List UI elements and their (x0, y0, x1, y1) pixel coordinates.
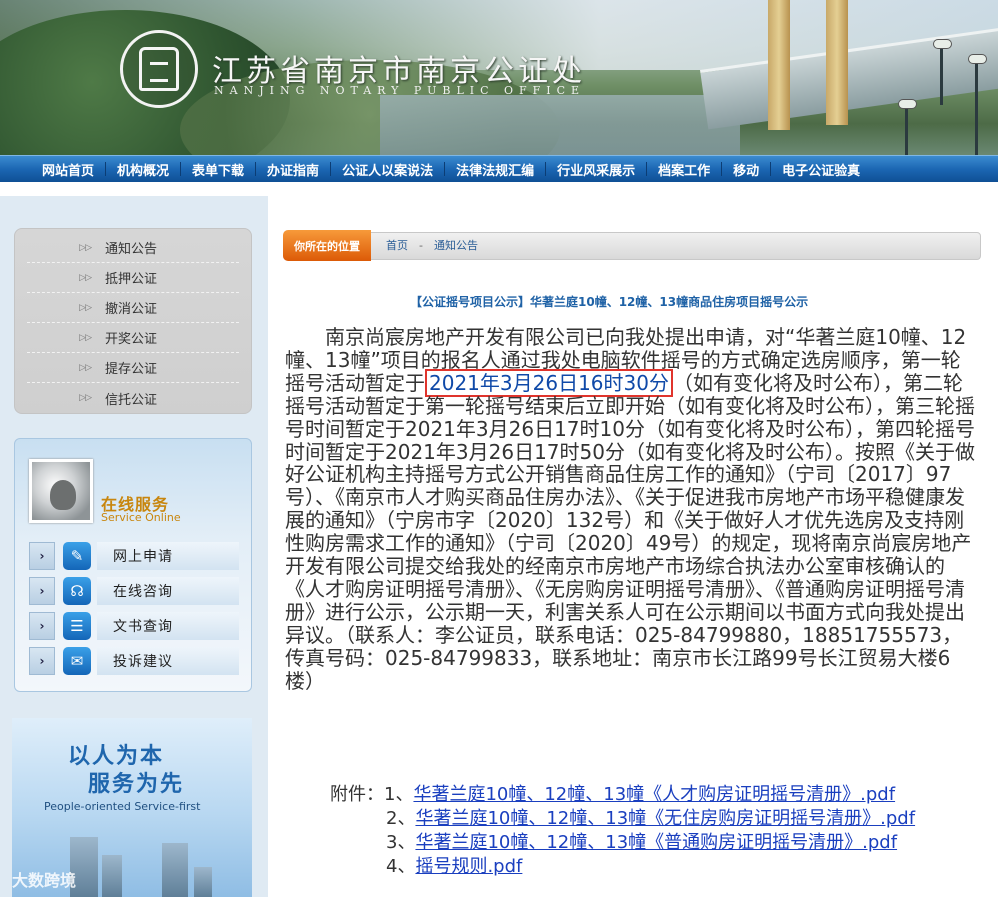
service-subtitle: Service Online (101, 511, 181, 524)
nav-item-archives[interactable]: 档案工作 (647, 160, 721, 179)
banner-street-lamp (898, 99, 917, 155)
chat-icon: ✉ (63, 647, 91, 675)
service-photo (29, 459, 93, 523)
banner-bridge-tower (826, 0, 848, 125)
notary-seal-logo (120, 30, 198, 108)
chevron-right-icon: › (29, 647, 55, 675)
double-arrow-icon: ▷▷ (79, 272, 92, 283)
nav-item-forms[interactable]: 表单下载 (181, 160, 255, 179)
menu-item-label: 抵押公证 (105, 272, 158, 287)
nav-item-mobile[interactable]: 移动 (722, 160, 770, 179)
double-arrow-icon: ▷▷ (79, 332, 92, 343)
highlighted-date: 2021年3月26日16时30分 (425, 368, 673, 397)
header-banner: 江苏省南京市南京公证处 NANJING NOTARY PUBLIC OFFICE (0, 0, 998, 155)
list-icon: ☰ (63, 612, 91, 640)
service-label: 在线咨询 (97, 577, 239, 605)
menu-item-lottery[interactable]: ▷▷ 开奖公证 (27, 323, 239, 353)
article-body: 南京尚宸房地产开发有限公司已向我处提出申请，对“华著兰庭10幢、12幢、13幢”… (285, 326, 975, 693)
nav-item-showcase[interactable]: 行业风采展示 (546, 160, 646, 179)
service-complaint[interactable]: › ✉ 投诉建议 (29, 646, 239, 676)
attachment-number: 2、 (386, 808, 416, 829)
breadcrumb-separator: - (419, 239, 423, 252)
attachment-link[interactable]: 华著兰庭10幢、12幢、13幢《普通购房证明摇号清册》.pdf (415, 831, 897, 855)
watermark-logo: 大数跨境 (12, 871, 77, 890)
promo-building (162, 843, 188, 897)
menu-item-escrow[interactable]: ▷▷ 提存公证 (27, 353, 239, 383)
online-service-panel: 在线服务 Service Online › ✎ 网上申请 › ☊ 在线咨询 › … (14, 438, 252, 692)
breadcrumb-trail: 首页 - 通知公告 (386, 237, 478, 253)
menu-item-label: 撤消公证 (105, 302, 158, 317)
menu-item-label: 信托公证 (105, 392, 158, 408)
attachment-link[interactable]: 华著兰庭10幢、12幢、13幢《人才购房证明摇号清册》.pdf (413, 783, 895, 807)
menu-item-mortgage[interactable]: ▷▷ 抵押公证 (27, 263, 239, 293)
nav-item-home[interactable]: 网站首页 (0, 160, 105, 179)
nav-item-about[interactable]: 机构概况 (106, 160, 180, 179)
attachment-row: 3、 华著兰庭10幢、12幢、13幢《普通购房证明摇号清册》.pdf (330, 831, 915, 855)
seal-emblem-icon (139, 47, 179, 91)
location-label: 你所在的位置 (283, 230, 371, 261)
service-label: 文书查询 (97, 612, 239, 640)
banner-river (380, 95, 740, 155)
nav-item-laws[interactable]: 法律法规汇编 (445, 160, 545, 179)
banner-street-lamp (933, 39, 952, 105)
nav-item-cases[interactable]: 公证人以案说法 (331, 160, 444, 179)
banner-bridge-tower (768, 0, 790, 130)
double-arrow-icon: ▷▷ (79, 302, 92, 313)
promo-slogan-english: People-oriented Service-first (44, 800, 201, 813)
article-title: 【公证摇号项目公示】华著兰庭10幢、12幢、13幢商品住房项目摇号公示 (410, 295, 809, 309)
banner-street-lamp (968, 54, 987, 155)
promo-building (102, 855, 122, 897)
chevron-right-icon: › (29, 542, 55, 570)
nav-item-verify[interactable]: 电子公证验真 (771, 160, 871, 179)
edit-icon: ✎ (63, 542, 91, 570)
menu-item-notices[interactable]: ▷▷ 通知公告 (27, 233, 239, 263)
promo-slogan-line2: 服务为先 (88, 772, 185, 797)
menu-item-trust[interactable]: ▷▷ 信托公证 (27, 383, 239, 413)
article-text: （如有变化将及时公布），第二轮摇号活动暂定于第一轮摇号结束后立即开始（如有变化将… (285, 370, 975, 693)
attachments-list: 附件： 1、 华著兰庭10幢、12幢、13幢《人才购房证明摇号清册》.pdf 2、华… (330, 783, 915, 879)
menu-item-label: 提存公证 (105, 362, 158, 377)
menu-item-label: 通知公告 (105, 242, 158, 257)
attachment-row: 2、 华著兰庭10幢、12幢、13幢《无住房购房证明摇号清册》.pdf (330, 807, 915, 831)
double-arrow-icon: ▷▷ (79, 362, 92, 373)
nav-item-guide[interactable]: 办证指南 (256, 160, 330, 179)
main-nav: 网站首页 机构概况 表单下载 办证指南 公证人以案说法 法律法规汇编 行业风采展… (0, 155, 998, 182)
attachment-number: 1、 (384, 784, 414, 805)
chevron-right-icon: › (29, 577, 55, 605)
double-arrow-icon: ▷▷ (79, 242, 92, 253)
chevron-right-icon: › (29, 612, 55, 640)
attachment-row: 附件： 1、 华著兰庭10幢、12幢、13幢《人才购房证明摇号清册》.pdf (330, 783, 915, 807)
promo-banner: 以人为本 服务为先 People-oriented Service-first … (12, 718, 252, 897)
attachment-number: 3、 (386, 832, 416, 853)
attachments-label: 附件： (330, 784, 384, 805)
promo-building (194, 867, 212, 897)
menu-item-label: 开奖公证 (105, 332, 158, 347)
breadcrumb-home-link[interactable]: 首页 (386, 239, 408, 252)
attachment-row: 4、 摇号规则.pdf (330, 855, 915, 879)
category-menu: ▷▷ 通知公告 ▷▷ 抵押公证 ▷▷ 撤消公证 ▷▷ 开奖公证 ▷▷ 提存公证 … (14, 228, 252, 414)
service-online-consult[interactable]: › ☊ 在线咨询 (29, 576, 239, 606)
double-arrow-icon: ▷▷ (79, 393, 92, 403)
service-label: 投诉建议 (97, 647, 239, 675)
headset-icon: ☊ (63, 577, 91, 605)
service-label: 网上申请 (97, 542, 239, 570)
attachment-link[interactable]: 华著兰庭10幢、12幢、13幢《无住房购房证明摇号清册》.pdf (415, 807, 915, 831)
attachment-number: 4、 (386, 856, 416, 877)
site-subtitle: NANJING NOTARY PUBLIC OFFICE (214, 84, 586, 97)
breadcrumb-current-link[interactable]: 通知公告 (434, 239, 478, 252)
menu-item-revocation[interactable]: ▷▷ 撤消公证 (27, 293, 239, 323)
attachment-link[interactable]: 摇号规则.pdf (415, 855, 522, 879)
service-online-apply[interactable]: › ✎ 网上申请 (29, 541, 239, 571)
service-document-query[interactable]: › ☰ 文书查询 (29, 611, 239, 641)
